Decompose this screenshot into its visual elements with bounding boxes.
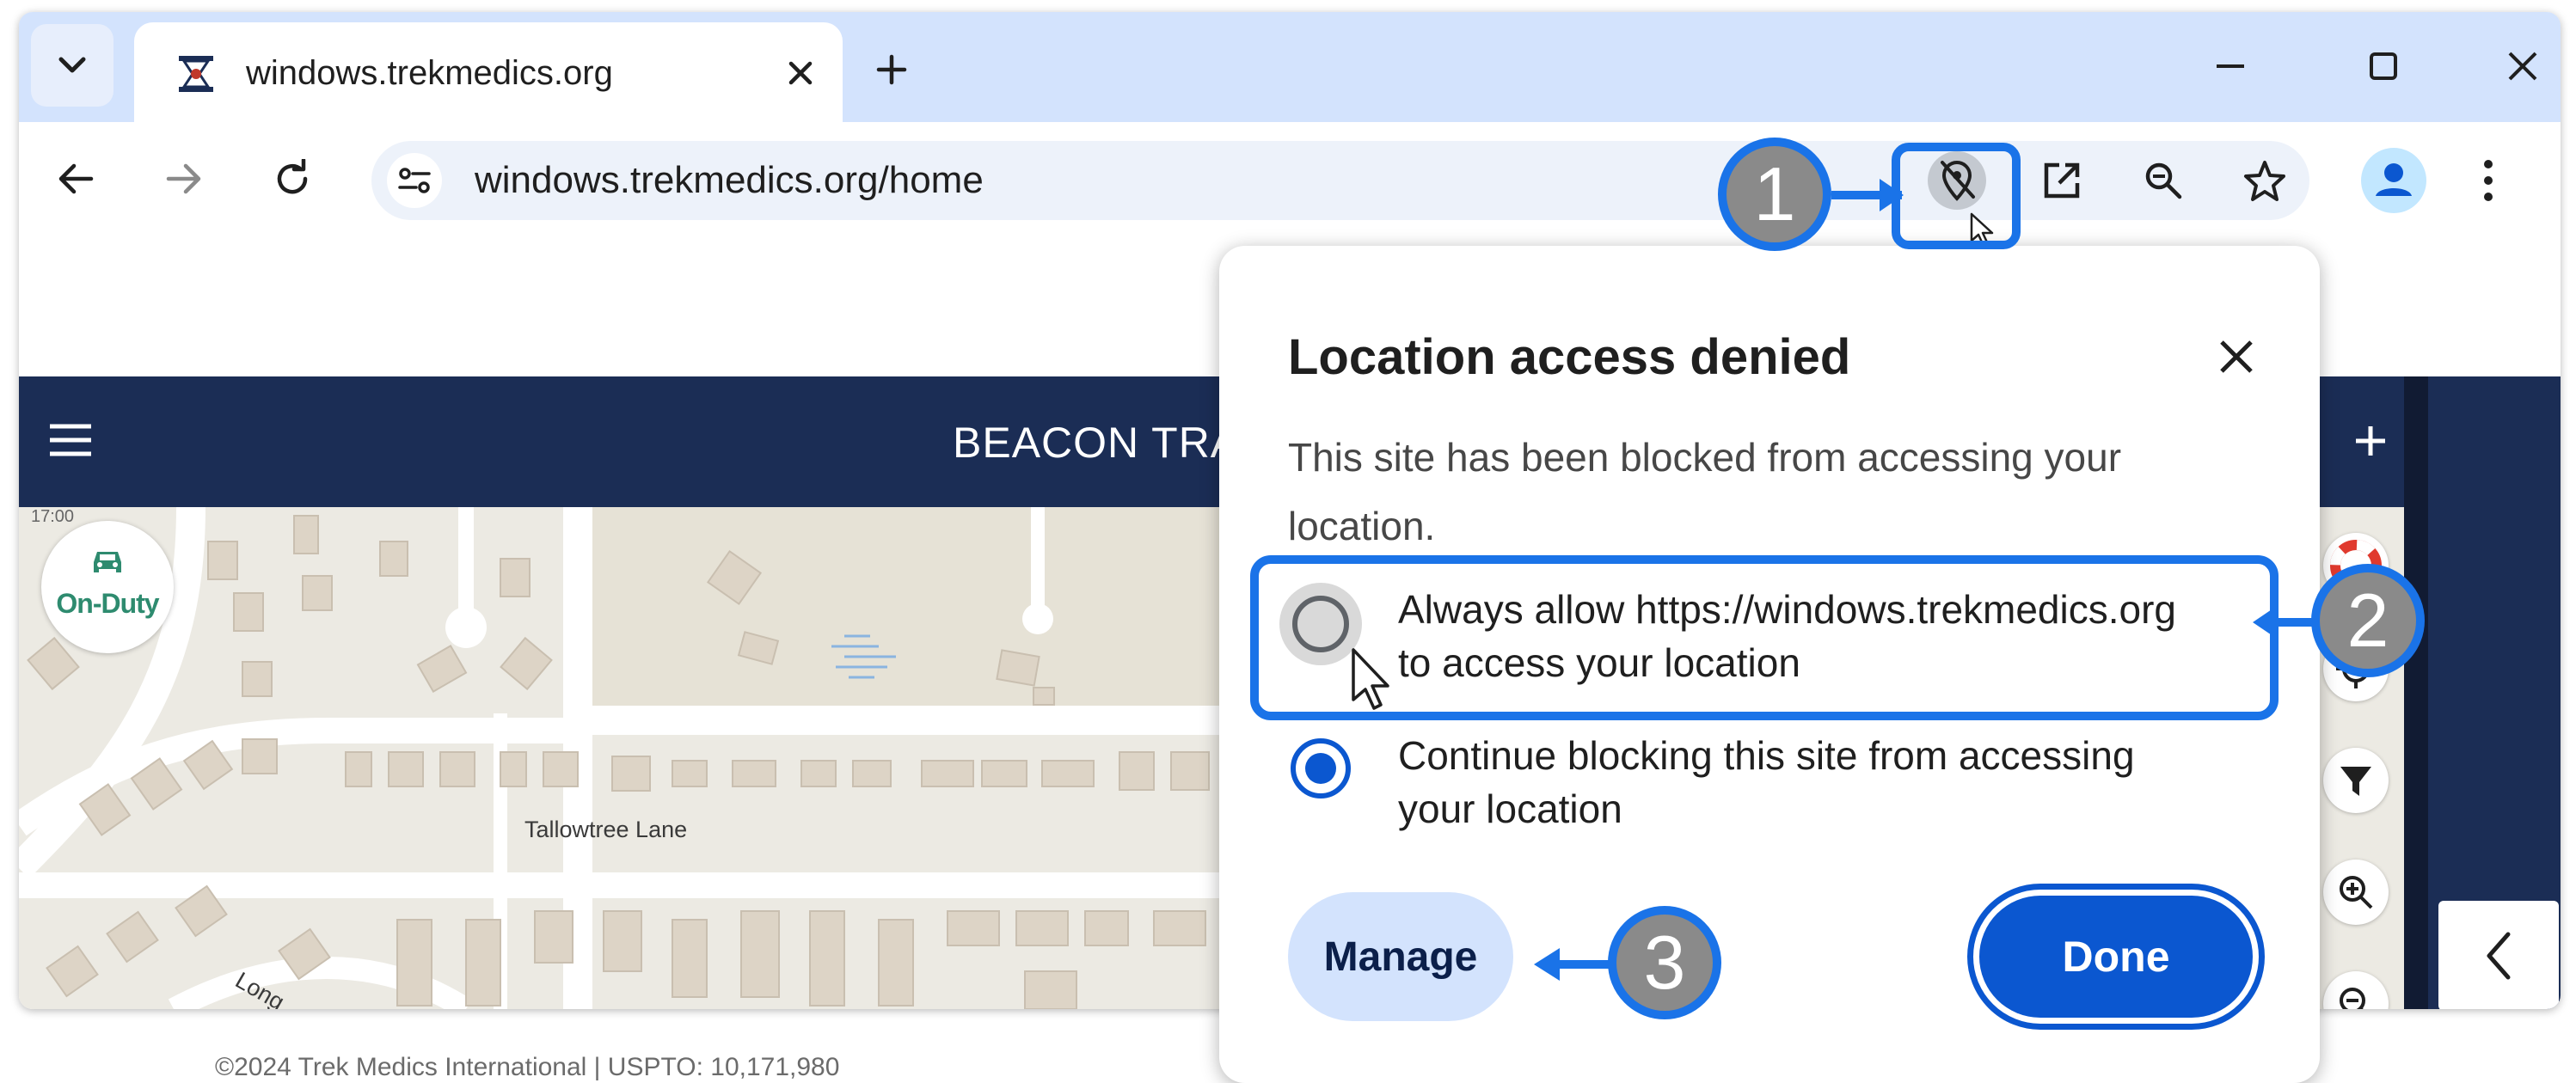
popup-title: Location access denied [1288,329,1851,385]
panel-divider [2404,376,2428,1009]
trekmedics-favicon-icon [179,56,213,92]
minimize-icon [2217,64,2244,68]
browser-menu-button[interactable] [2463,146,2514,215]
option-continue-blocking[interactable]: Continue blocking this site from accessi… [1288,729,2251,849]
close-icon [788,61,813,85]
site-info-button[interactable] [387,153,442,208]
arrow-right-icon [1880,179,1904,211]
open-external-icon [2044,162,2080,199]
new-tab-button[interactable] [863,41,920,98]
zoom-in-button[interactable] [2323,860,2389,925]
app-title: BEACON TRA [953,419,1241,467]
plus-icon [2356,426,2385,456]
profile-avatar[interactable] [2361,148,2426,213]
radio-continue-blocking[interactable] [1288,736,1353,801]
zoom-out-icon [2145,162,2182,199]
open-in-app-button[interactable] [2033,151,2091,210]
tab-title: windows.trekmedics.org [246,54,613,92]
window-close-button[interactable] [2492,38,2554,95]
zoom-out-icon [2340,988,2365,1009]
active-tab[interactable]: windows.trekmedics.org [134,22,843,124]
tab-close-button[interactable] [776,48,825,98]
street-label-tallowtree: Tallowtree Lane [524,817,688,842]
filter-icon [2340,767,2371,796]
manage-button[interactable]: Manage [1288,892,1513,1021]
reload-button[interactable] [260,146,325,211]
car-icon [94,552,121,572]
callout-3: 3 [1608,906,1721,1019]
arrow-left-icon [2253,606,2277,639]
star-icon [2244,161,2285,201]
zoom-in-icon [2340,876,2373,909]
popup-description: This site has been blocked from accessin… [1288,435,2122,548]
collapse-panel-button[interactable] [2438,901,2559,1009]
back-button[interactable] [43,146,108,211]
tab-search-button[interactable] [31,24,113,107]
maximize-icon [2370,52,2397,80]
callout-1: 1 [1718,138,1831,251]
plus-icon [876,54,907,85]
arrow-right-icon [166,163,201,194]
bookmark-button[interactable] [2236,151,2294,210]
close-icon [2508,52,2537,81]
maximize-button[interactable] [2352,38,2414,95]
radio-checked-icon [1291,738,1351,798]
arrow-left-icon [58,163,94,194]
close-icon [2220,340,2253,373]
status-label: On-Duty [56,588,159,619]
popup-close-button[interactable] [2205,325,2268,389]
tab-strip: windows.trekmedics.org [19,12,2561,124]
forward-button[interactable] [151,146,217,211]
url-text[interactable]: windows.trekmedics.org/home [475,158,984,203]
minimize-button[interactable] [2199,38,2261,95]
map-corner-text: 17:00 [31,507,75,526]
zoom-button[interactable] [2134,151,2193,210]
mouse-cursor-icon [1352,648,1389,710]
screenshot-page: windows.trekmedics.org windows.trekmedic… [0,0,2576,1083]
tune-icon [398,168,431,193]
done-button[interactable]: Done [1967,884,2265,1030]
option-highlight-box [1250,555,2279,720]
copyright-text: ©2024 Trek Medics International | USPTO:… [215,1053,840,1081]
chevron-down-icon [58,57,86,73]
option-continue-blocking-line1: Continue blocking this site from accessi… [1398,733,2135,778]
more-vert-icon [2484,160,2493,201]
person-icon [2376,163,2412,196]
filter-button[interactable] [2323,748,2389,813]
add-button[interactable] [2340,411,2401,471]
hamburger-menu-icon[interactable] [48,421,93,459]
done-button-label: Done [1979,896,2253,1018]
callout-2: 2 [2311,564,2425,677]
reload-icon [277,159,308,194]
location-icon-highlight [1892,143,2021,249]
chevron-left-icon [2487,932,2511,980]
arrow-left-icon [1534,948,1560,981]
option-continue-blocking-line2: your location [1398,786,1622,831]
browser-toolbar: windows.trekmedics.org/home [19,122,2561,239]
on-duty-badge[interactable]: On-Duty [41,521,174,653]
